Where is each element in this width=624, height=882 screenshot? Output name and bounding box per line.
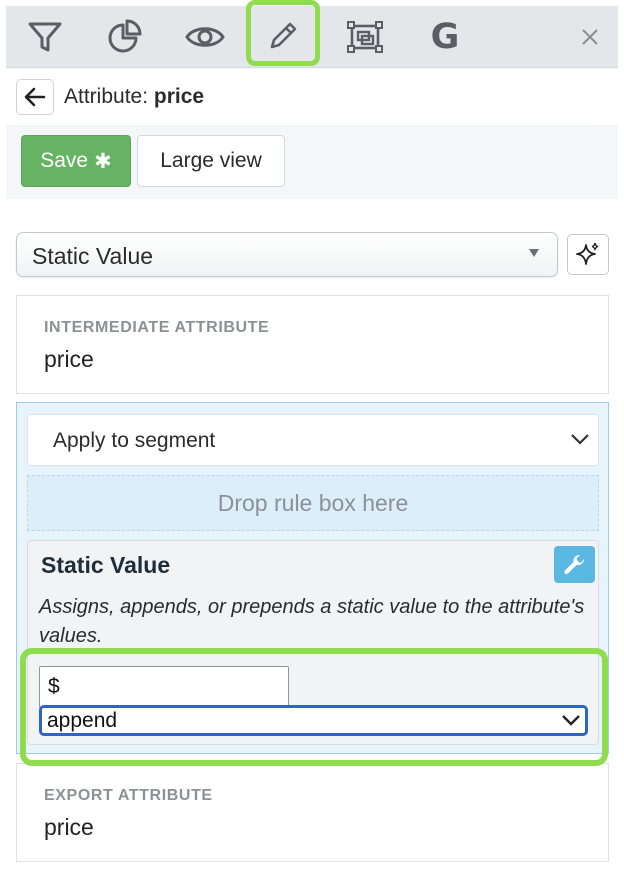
attribute-header: Attribute: price — [6, 69, 618, 125]
frame-button[interactable] — [330, 6, 400, 68]
ai-suggest-button[interactable] — [567, 234, 609, 275]
sparkle-icon — [576, 242, 599, 265]
save-button[interactable]: Save ✱ — [21, 135, 131, 187]
save-label: Save — [40, 149, 89, 172]
rule-title: Static Value — [41, 552, 171, 578]
chevron-down-icon — [571, 434, 589, 445]
intermediate-attribute-label: INTERMEDIATE ATTRIBUTE — [44, 319, 270, 336]
title-prefix: Attribute: — [64, 85, 154, 108]
method-select-value: Static Value — [32, 243, 154, 269]
frame-icon — [347, 21, 383, 53]
arrow-left-icon — [24, 87, 46, 107]
filter-button[interactable] — [10, 6, 80, 68]
unsaved-asterisk-icon: ✱ — [94, 149, 112, 173]
export-attribute-card: EXPORT ATTRIBUTE price — [16, 763, 609, 862]
charts-button[interactable] — [90, 6, 160, 68]
rule-settings-button[interactable] — [554, 546, 595, 583]
apply-to-segment-select[interactable]: Apply to segment — [27, 414, 599, 466]
method-select[interactable]: Static Value — [16, 232, 558, 277]
pie-chart-icon — [108, 19, 142, 53]
rule-drop-zone[interactable]: Drop rule box here — [27, 475, 599, 531]
filter-icon — [28, 22, 62, 52]
attribute-name: price — [153, 85, 205, 108]
wrench-icon — [563, 554, 584, 574]
close-button[interactable] — [562, 6, 618, 68]
rule-description: Assigns, appends, or prepends a static v… — [39, 596, 585, 647]
action-bar: Save ✱ Large view — [6, 125, 618, 199]
close-icon — [582, 29, 598, 45]
edit-button[interactable] — [246, 0, 320, 72]
intermediate-attribute-card: INTERMEDIATE ATTRIBUTE price — [16, 295, 609, 394]
apply-to-segment-value: Apply to segment — [53, 429, 216, 452]
back-button[interactable] — [16, 79, 54, 115]
caret-down-icon — [529, 249, 539, 257]
preview-button[interactable] — [170, 6, 240, 68]
export-attribute-value: price — [44, 814, 94, 840]
large-view-button[interactable]: Large view — [137, 135, 285, 187]
export-attribute-label: EXPORT ATTRIBUTE — [44, 787, 213, 804]
input-highlight-outline — [20, 648, 608, 766]
toolbar: G — [6, 0, 618, 68]
eye-icon — [185, 27, 225, 47]
page-title: Attribute: price — [64, 85, 204, 109]
google-button[interactable]: G — [410, 6, 480, 68]
intermediate-attribute-value: price — [44, 346, 94, 372]
active-tool-highlight — [246, 0, 320, 66]
google-icon: G — [430, 16, 460, 57]
